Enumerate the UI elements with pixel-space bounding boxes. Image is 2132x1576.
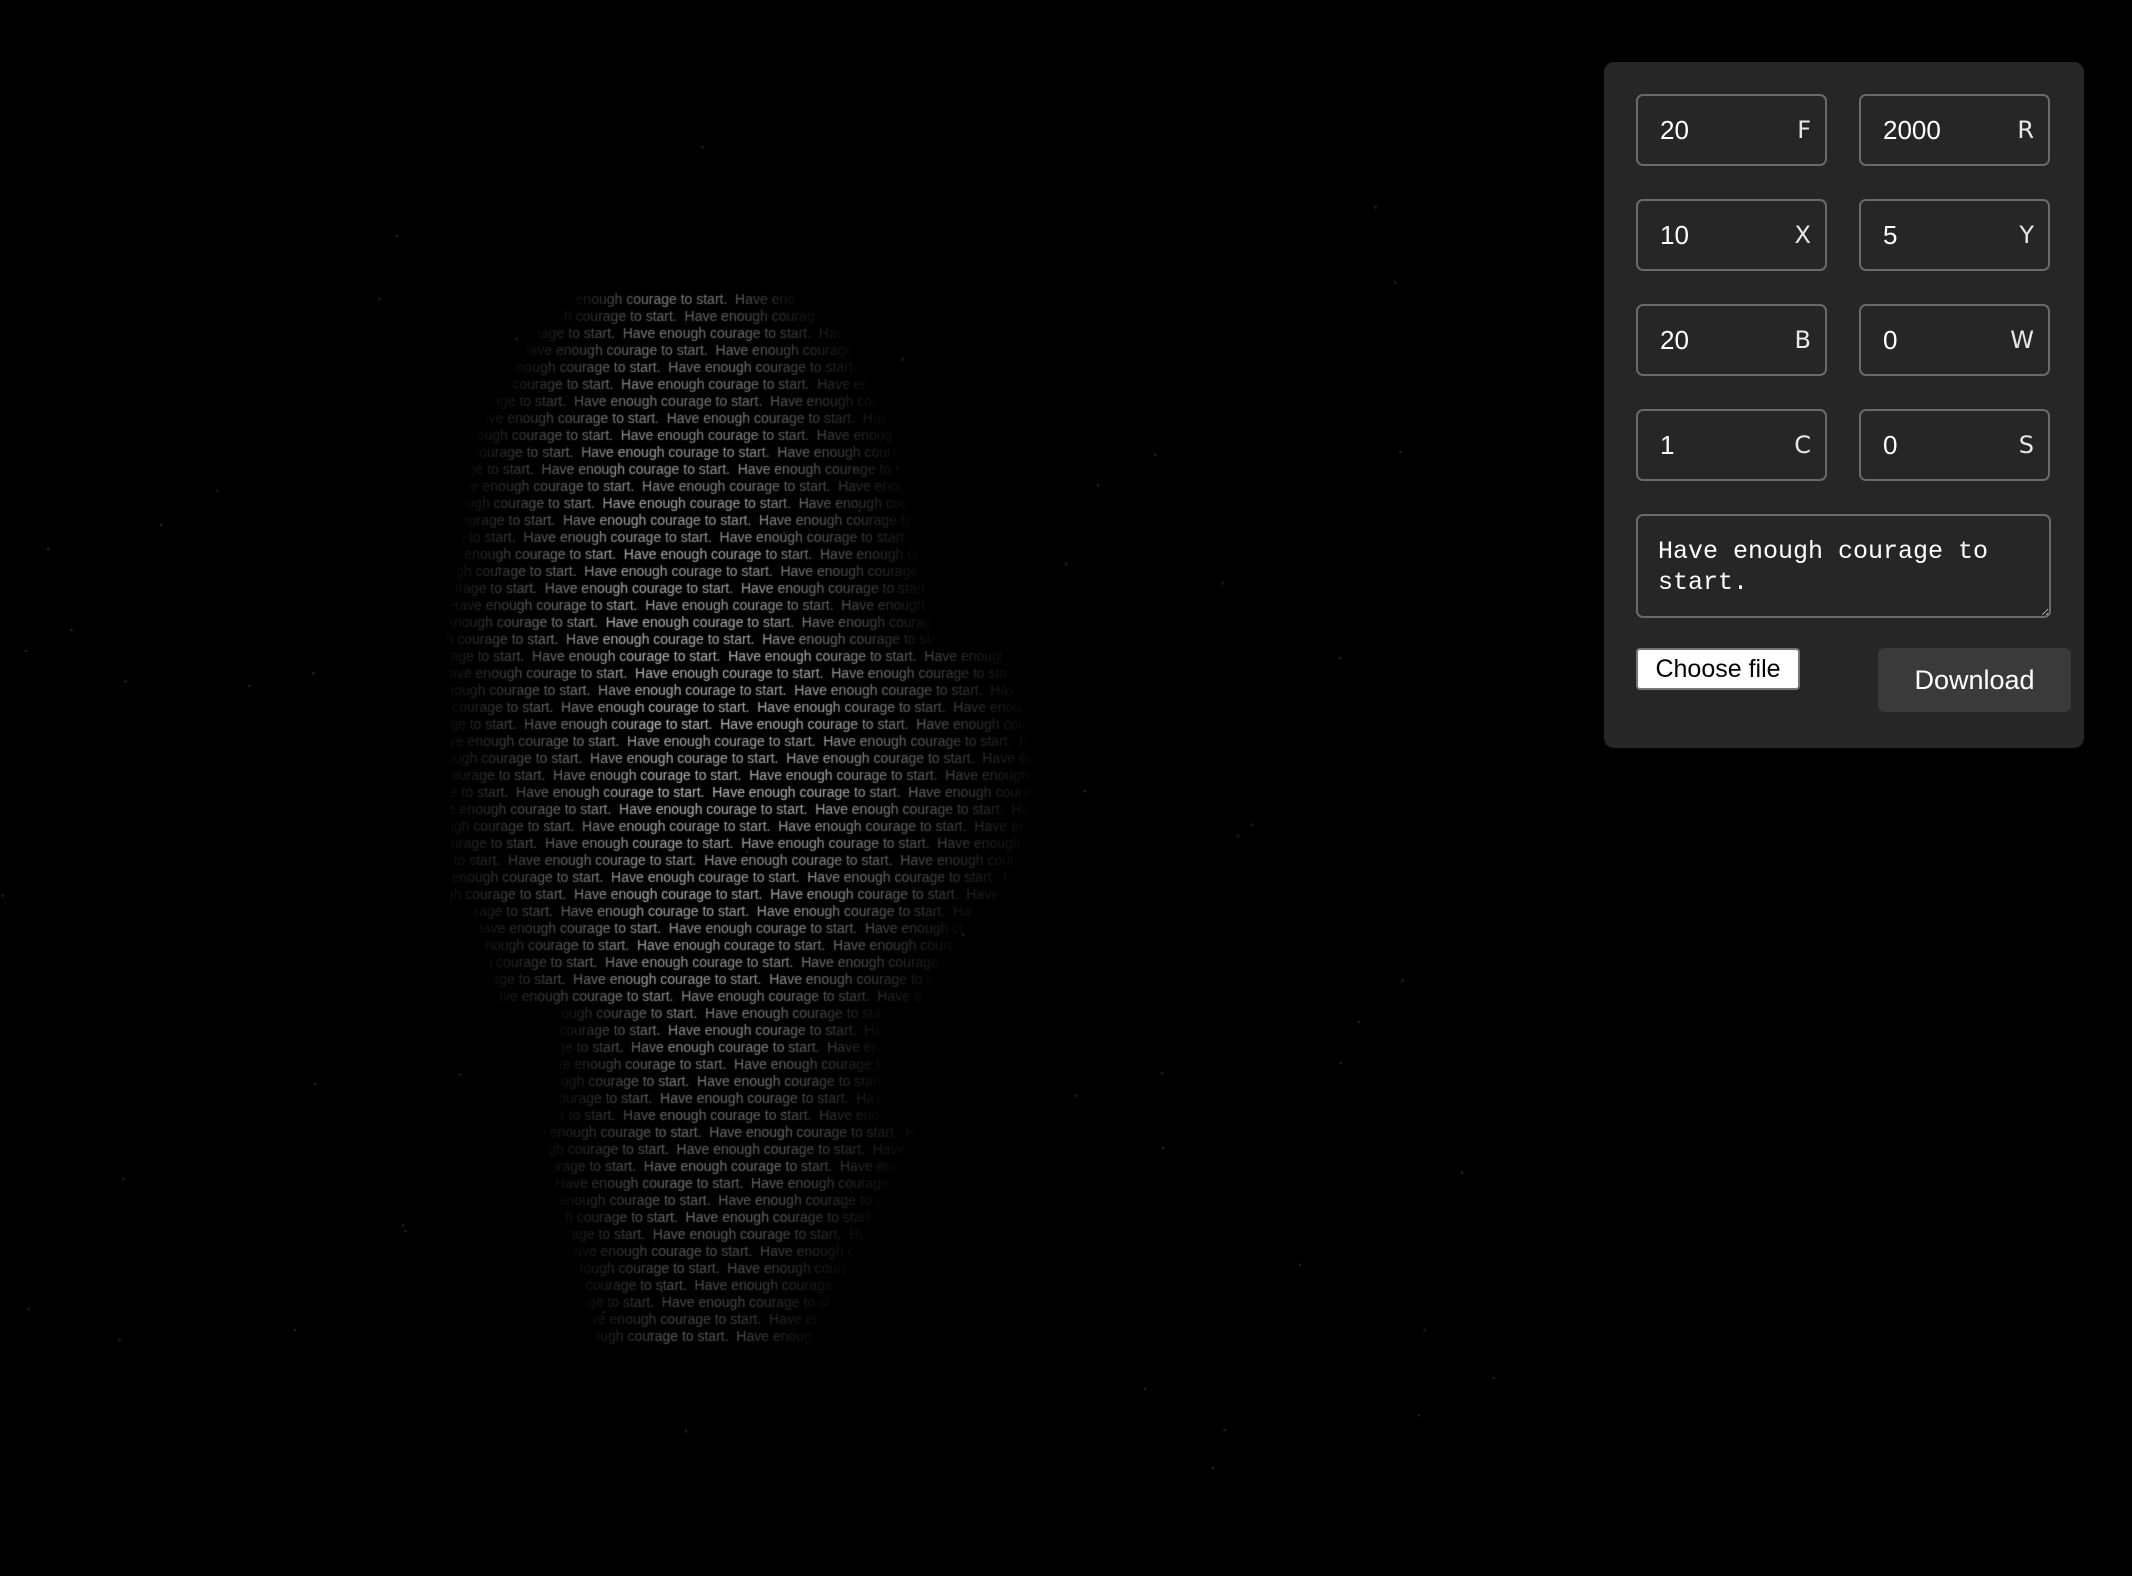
c-field[interactable]: C	[1636, 409, 1827, 481]
x-offset-input[interactable]	[1638, 201, 1825, 269]
font-size-input[interactable]	[1638, 96, 1825, 164]
w-input[interactable]	[1861, 306, 2048, 374]
b-input[interactable]	[1638, 306, 1825, 374]
resolution-input[interactable]	[1861, 96, 2048, 164]
actions-row: Choose file Download	[1636, 648, 2071, 712]
s-field[interactable]: S	[1859, 409, 2050, 481]
parameter-grid: F R X Y B W C S	[1636, 94, 2052, 481]
y-offset-input[interactable]	[1861, 201, 2048, 269]
settings-panel: F R X Y B W C S Have enough	[1604, 62, 2084, 748]
c-input[interactable]	[1638, 411, 1825, 479]
choose-file-button[interactable]: Choose file	[1636, 648, 1800, 690]
resolution-field[interactable]: R	[1859, 94, 2050, 166]
download-button[interactable]: Download	[1878, 648, 2071, 712]
phrase-textarea[interactable]: Have enough courage to start.	[1636, 514, 2051, 618]
w-field[interactable]: W	[1859, 304, 2050, 376]
font-size-field[interactable]: F	[1636, 94, 1827, 166]
s-input[interactable]	[1861, 411, 2048, 479]
b-field[interactable]: B	[1636, 304, 1827, 376]
x-offset-field[interactable]: X	[1636, 199, 1827, 271]
y-offset-field[interactable]: Y	[1859, 199, 2050, 271]
